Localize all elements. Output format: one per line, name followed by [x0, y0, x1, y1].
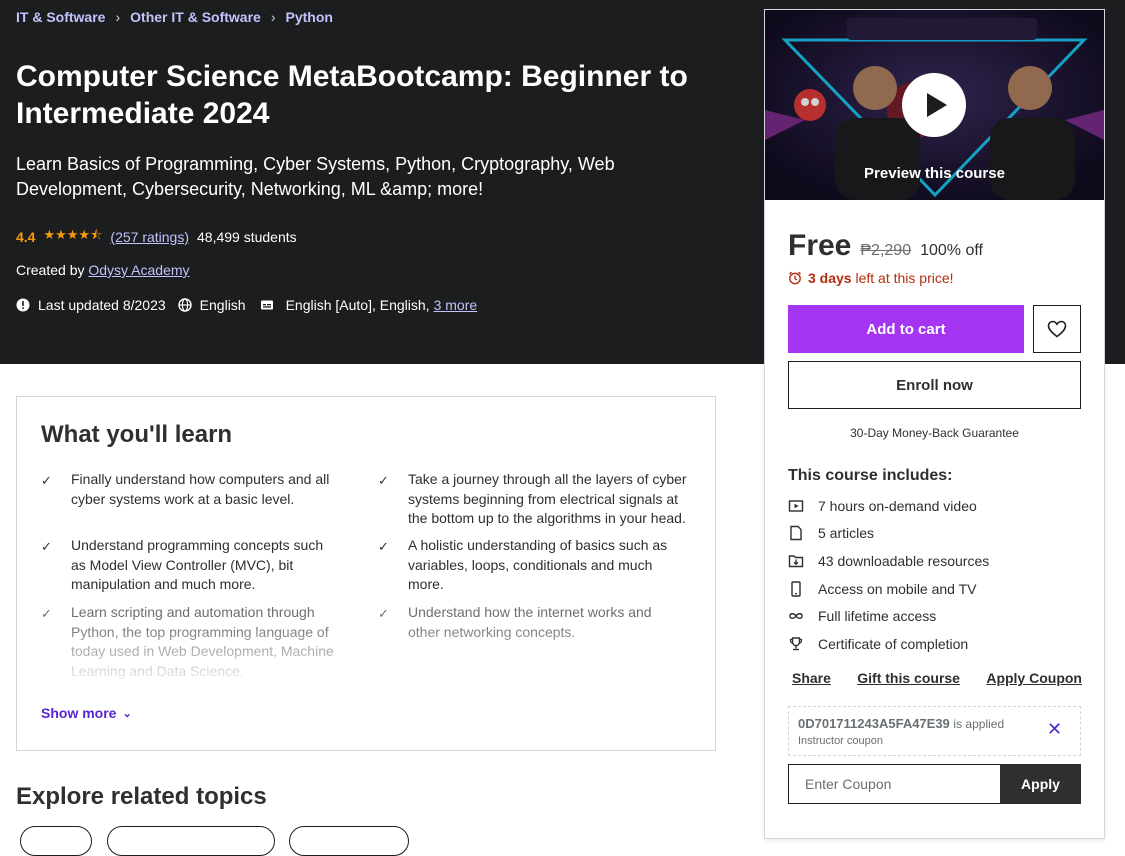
chevron-right-icon: › — [115, 9, 121, 25]
course-title: Computer Science MetaBootcamp: Beginner … — [16, 60, 688, 130]
learn-item-text: Take a journey through all the layers of… — [408, 471, 687, 526]
star-rating-icon: ★★★★⯪ — [43, 227, 103, 242]
price-deadline: 3 days left at this price! — [788, 270, 954, 286]
meta-row: Last updated 8/2023 English English [Aut… — [16, 297, 477, 313]
globe-icon — [177, 298, 192, 312]
includes-item-label: Access on mobile and TV — [818, 581, 977, 597]
show-more-label: Show more — [41, 705, 117, 721]
includes-item-label: Full lifetime access — [818, 608, 937, 624]
alarm-clock-icon — [789, 271, 801, 285]
course-language: English — [199, 297, 246, 313]
what-youll-learn-box: What you'll learn ✓ Finally understand h… — [16, 396, 716, 751]
current-price: Free — [788, 229, 852, 262]
includes-item: Access on mobile and TV — [788, 581, 977, 597]
learn-item: ✓ A holistic understanding of basics suc… — [378, 536, 678, 595]
purchase-card: Preview this course Free ₱2,290 100% off… — [764, 9, 1105, 839]
captions-more-link[interactable]: 3 more — [434, 297, 478, 313]
includes-item-label: 7 hours on-demand video — [818, 498, 977, 514]
rating-row: 4.4 ★★★★⯪ (257 ratings) 48,499 students — [16, 226, 297, 248]
explore-topics-title: Explore related topics — [16, 783, 267, 810]
learn-item: ✓ Take a journey through all the layers … — [378, 470, 698, 529]
last-updated: Last updated 8/2023 — [38, 297, 166, 313]
check-icon: ✓ — [378, 473, 389, 488]
card-links: Share Gift this course Apply Coupon — [792, 670, 1082, 686]
heart-icon — [1047, 320, 1067, 338]
learn-title: What you'll learn — [41, 421, 233, 448]
trophy-icon — [789, 637, 803, 651]
includes-item-label: 5 articles — [818, 525, 875, 541]
breadcrumb-link-it-software[interactable]: IT & Software — [16, 9, 105, 25]
topic-pill[interactable] — [20, 826, 92, 856]
apply-coupon-link[interactable]: Apply Coupon — [986, 670, 1082, 686]
check-icon: ✓ — [41, 473, 52, 488]
enroll-now-button[interactable]: Enroll now — [788, 361, 1081, 409]
topic-pill[interactable] — [107, 826, 275, 856]
coupon-code-line: 0D701711243A5FA47E39 is applied — [798, 716, 1004, 731]
author-link[interactable]: Odysy Academy — [88, 262, 189, 278]
chevron-right-icon: › — [270, 9, 276, 25]
coupon-input[interactable] — [788, 764, 1000, 804]
remove-coupon-close-icon[interactable]: ✕ — [1047, 719, 1062, 740]
deadline-text: left at this price! — [855, 270, 954, 286]
discount-percent: 100% off — [920, 242, 983, 259]
learn-item-text: Finally understand how computers and all… — [71, 471, 330, 507]
coupon-code: 0D701711243A5FA47E39 — [798, 716, 950, 731]
includes-item: 7 hours on-demand video — [788, 498, 977, 514]
ratings-link[interactable]: (257 ratings) — [110, 229, 189, 245]
breadcrumb-link-python[interactable]: Python — [286, 9, 333, 25]
check-icon: ✓ — [41, 539, 52, 554]
check-icon: ✓ — [378, 539, 389, 554]
course-subtitle: Learn Basics of Programming, Cyber Syste… — [16, 154, 615, 199]
gift-course-link[interactable]: Gift this course — [857, 670, 960, 686]
created-by: Created by Odysy Academy — [16, 262, 190, 278]
captions-icon — [260, 300, 273, 310]
student-count: 48,499 students — [197, 229, 297, 245]
show-more-button[interactable]: Show more ⌄ — [41, 705, 132, 721]
includes-item: Full lifetime access — [788, 608, 936, 624]
captions-list: English [Auto], English, — [285, 297, 430, 313]
coupon-applied-text: is applied — [953, 717, 1005, 731]
includes-title: This course includes: — [788, 467, 953, 484]
fade-overlay — [18, 622, 714, 687]
learn-item: ✓ Understand programming concepts such a… — [41, 536, 341, 595]
infinity-icon — [789, 613, 803, 619]
wishlist-button[interactable] — [1033, 305, 1081, 353]
rating-value: 4.4 — [16, 229, 36, 245]
video-icon — [788, 500, 804, 512]
breadcrumb: IT & Software › Other IT & Software › Py… — [16, 9, 333, 25]
learn-item: ✓ Finally understand how computers and a… — [41, 470, 341, 509]
includes-item: Certificate of completion — [788, 636, 968, 652]
price-row: Free ₱2,290 100% off — [788, 229, 983, 263]
alert-badge-icon — [16, 298, 30, 312]
download-icon — [788, 555, 804, 568]
learn-item-text: A holistic understanding of basics such … — [408, 537, 668, 592]
topic-pill[interactable] — [289, 826, 409, 856]
preview-label: Preview this course — [864, 165, 1005, 182]
original-price: ₱2,290 — [860, 242, 912, 259]
coupon-type: Instructor coupon — [798, 735, 883, 747]
includes-item-label: 43 downloadable resources — [818, 553, 990, 569]
play-icon[interactable] — [902, 73, 966, 137]
mobile-icon — [791, 581, 801, 597]
applied-coupon: 0D701711243A5FA47E39 is applied Instruct… — [788, 706, 1081, 756]
deadline-days: 3 days — [808, 270, 852, 286]
learn-item-text: Understand programming concepts such as … — [71, 537, 324, 592]
includes-item: 43 downloadable resources — [788, 553, 989, 569]
add-to-cart-button[interactable]: Add to cart — [788, 305, 1024, 353]
money-back-guarantee: 30-Day Money-Back Guarantee — [850, 426, 1019, 440]
created-by-label: Created by — [16, 262, 85, 278]
article-icon — [790, 525, 802, 541]
chevron-down-icon: ⌄ — [122, 707, 132, 720]
apply-coupon-button[interactable]: Apply — [1000, 764, 1081, 804]
includes-item-label: Certificate of completion — [818, 636, 969, 652]
includes-item: 5 articles — [788, 525, 874, 541]
breadcrumb-link-other-it[interactable]: Other IT & Software — [130, 9, 261, 25]
course-preview[interactable]: Preview this course — [765, 10, 1104, 200]
share-link[interactable]: Share — [792, 670, 831, 686]
